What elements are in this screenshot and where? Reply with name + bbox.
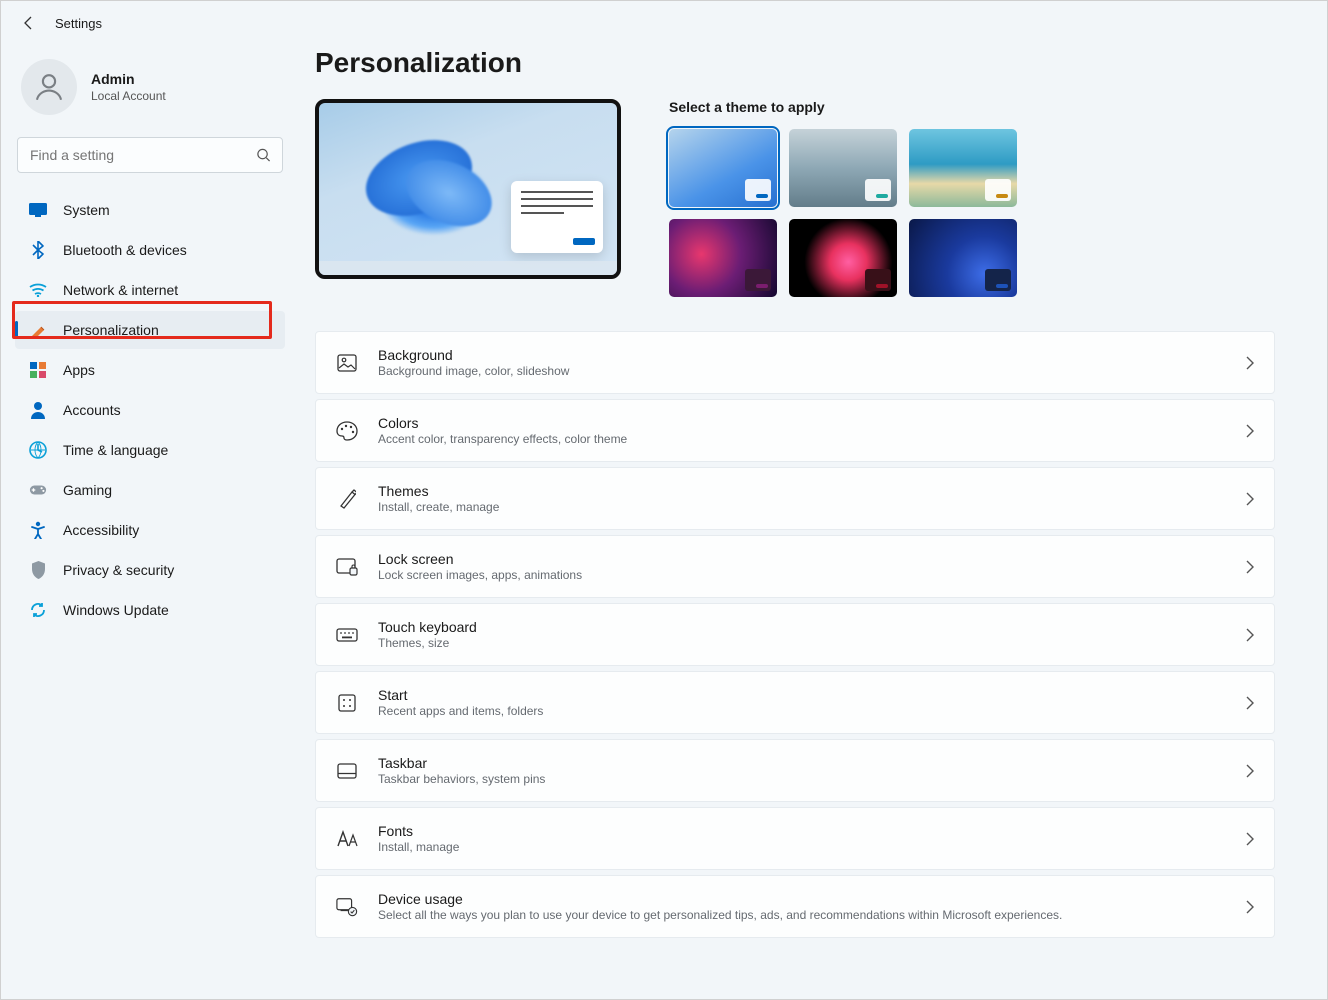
time-language-icon xyxy=(29,441,47,459)
avatar xyxy=(21,59,77,115)
windows-update-icon xyxy=(29,601,47,619)
card-title: Taskbar xyxy=(378,755,1226,771)
profile-account-type: Local Account xyxy=(91,89,166,103)
sidebar-item-network[interactable]: Network & internet xyxy=(15,271,285,309)
chevron-right-icon xyxy=(1246,764,1254,778)
card-subtitle: Lock screen images, apps, animations xyxy=(378,568,1226,582)
sidebar-item-bluetooth[interactable]: Bluetooth & devices xyxy=(15,231,285,269)
sidebar-item-label: Accessibility xyxy=(63,522,139,538)
card-subtitle: Recent apps and items, folders xyxy=(378,704,1226,718)
sidebar-item-label: Personalization xyxy=(63,322,159,338)
personalization-icon xyxy=(29,321,47,339)
card-start[interactable]: StartRecent apps and items, folders xyxy=(315,671,1275,734)
apps-icon xyxy=(29,361,47,379)
themes-icon xyxy=(336,489,358,509)
card-subtitle: Taskbar behaviors, system pins xyxy=(378,772,1226,786)
start-icon xyxy=(336,694,358,712)
card-subtitle: Select all the ways you plan to use your… xyxy=(378,908,1226,922)
profile-name: Admin xyxy=(91,71,166,87)
card-title: Start xyxy=(378,687,1226,703)
sidebar-item-label: Windows Update xyxy=(63,602,169,618)
card-title: Touch keyboard xyxy=(378,619,1226,635)
chevron-right-icon xyxy=(1246,492,1254,506)
theme-option-5[interactable] xyxy=(789,219,897,297)
chevron-right-icon xyxy=(1246,356,1254,370)
card-subtitle: Install, create, manage xyxy=(378,500,1226,514)
theme-option-2[interactable] xyxy=(789,129,897,207)
bluetooth-icon xyxy=(29,241,47,259)
colors-icon xyxy=(336,421,358,441)
sidebar-item-privacy[interactable]: Privacy & security xyxy=(15,551,285,589)
sidebar-item-label: Accounts xyxy=(63,402,121,418)
device-usage-icon xyxy=(336,897,358,917)
sidebar-item-apps[interactable]: Apps xyxy=(15,351,285,389)
gaming-icon xyxy=(29,481,47,499)
card-touch-keyboard[interactable]: Touch keyboardThemes, size xyxy=(315,603,1275,666)
sidebar-item-system[interactable]: System xyxy=(15,191,285,229)
sidebar-item-label: System xyxy=(63,202,110,218)
profile-block[interactable]: Admin Local Account xyxy=(15,51,285,133)
card-subtitle: Install, manage xyxy=(378,840,1226,854)
sidebar-item-label: Privacy & security xyxy=(63,562,174,578)
chevron-right-icon xyxy=(1246,696,1254,710)
chevron-right-icon xyxy=(1246,832,1254,846)
card-subtitle: Accent color, transparency effects, colo… xyxy=(378,432,1226,446)
sidebar-item-windows-update[interactable]: Windows Update xyxy=(15,591,285,629)
sidebar-item-gaming[interactable]: Gaming xyxy=(15,471,285,509)
window-title: Settings xyxy=(55,16,102,31)
card-themes[interactable]: ThemesInstall, create, manage xyxy=(315,467,1275,530)
card-fonts[interactable]: FontsInstall, manage xyxy=(315,807,1275,870)
system-icon xyxy=(29,201,47,219)
card-title: Device usage xyxy=(378,891,1226,907)
card-title: Themes xyxy=(378,483,1226,499)
sidebar-item-personalization[interactable]: Personalization xyxy=(15,311,285,349)
accounts-icon xyxy=(29,401,47,419)
background-icon xyxy=(336,354,358,372)
card-title: Fonts xyxy=(378,823,1226,839)
theme-option-3[interactable] xyxy=(909,129,1017,207)
sidebar-item-label: Time & language xyxy=(63,442,168,458)
card-colors[interactable]: ColorsAccent color, transparency effects… xyxy=(315,399,1275,462)
card-title: Colors xyxy=(378,415,1226,431)
card-title: Background xyxy=(378,347,1226,363)
card-background[interactable]: BackgroundBackground image, color, slide… xyxy=(315,331,1275,394)
card-subtitle: Background image, color, slideshow xyxy=(378,364,1226,378)
sidebar-item-time-language[interactable]: Time & language xyxy=(15,431,285,469)
back-button[interactable] xyxy=(21,15,37,31)
privacy-icon xyxy=(29,561,47,579)
card-subtitle: Themes, size xyxy=(378,636,1226,650)
lock-screen-icon xyxy=(336,558,358,576)
touch-keyboard-icon xyxy=(336,628,358,642)
search-input[interactable] xyxy=(17,137,283,173)
main-content: Personalization Select a theme to apply xyxy=(297,39,1327,992)
chevron-right-icon xyxy=(1246,424,1254,438)
chevron-right-icon xyxy=(1246,900,1254,914)
network-icon xyxy=(29,281,47,299)
taskbar-icon xyxy=(336,763,358,779)
theme-option-6[interactable] xyxy=(909,219,1017,297)
page-title: Personalization xyxy=(315,47,1275,79)
search-icon xyxy=(256,148,271,163)
sidebar-item-accessibility[interactable]: Accessibility xyxy=(15,511,285,549)
sidebar-item-label: Network & internet xyxy=(63,282,178,298)
accessibility-icon xyxy=(29,521,47,539)
theme-option-4[interactable] xyxy=(669,219,777,297)
sidebar-item-label: Apps xyxy=(63,362,95,378)
chevron-right-icon xyxy=(1246,560,1254,574)
chevron-right-icon xyxy=(1246,628,1254,642)
themes-label: Select a theme to apply xyxy=(669,99,1275,115)
card-title: Lock screen xyxy=(378,551,1226,567)
sidebar-item-label: Bluetooth & devices xyxy=(63,242,187,258)
card-lock-screen[interactable]: Lock screenLock screen images, apps, ani… xyxy=(315,535,1275,598)
desktop-preview xyxy=(315,99,621,279)
theme-option-1[interactable] xyxy=(669,129,777,207)
card-device-usage[interactable]: Device usageSelect all the ways you plan… xyxy=(315,875,1275,938)
card-taskbar[interactable]: TaskbarTaskbar behaviors, system pins xyxy=(315,739,1275,802)
sidebar: Admin Local Account System Bluetooth & d… xyxy=(1,39,297,992)
sidebar-item-accounts[interactable]: Accounts xyxy=(15,391,285,429)
sidebar-item-label: Gaming xyxy=(63,482,112,498)
fonts-icon xyxy=(336,830,358,848)
